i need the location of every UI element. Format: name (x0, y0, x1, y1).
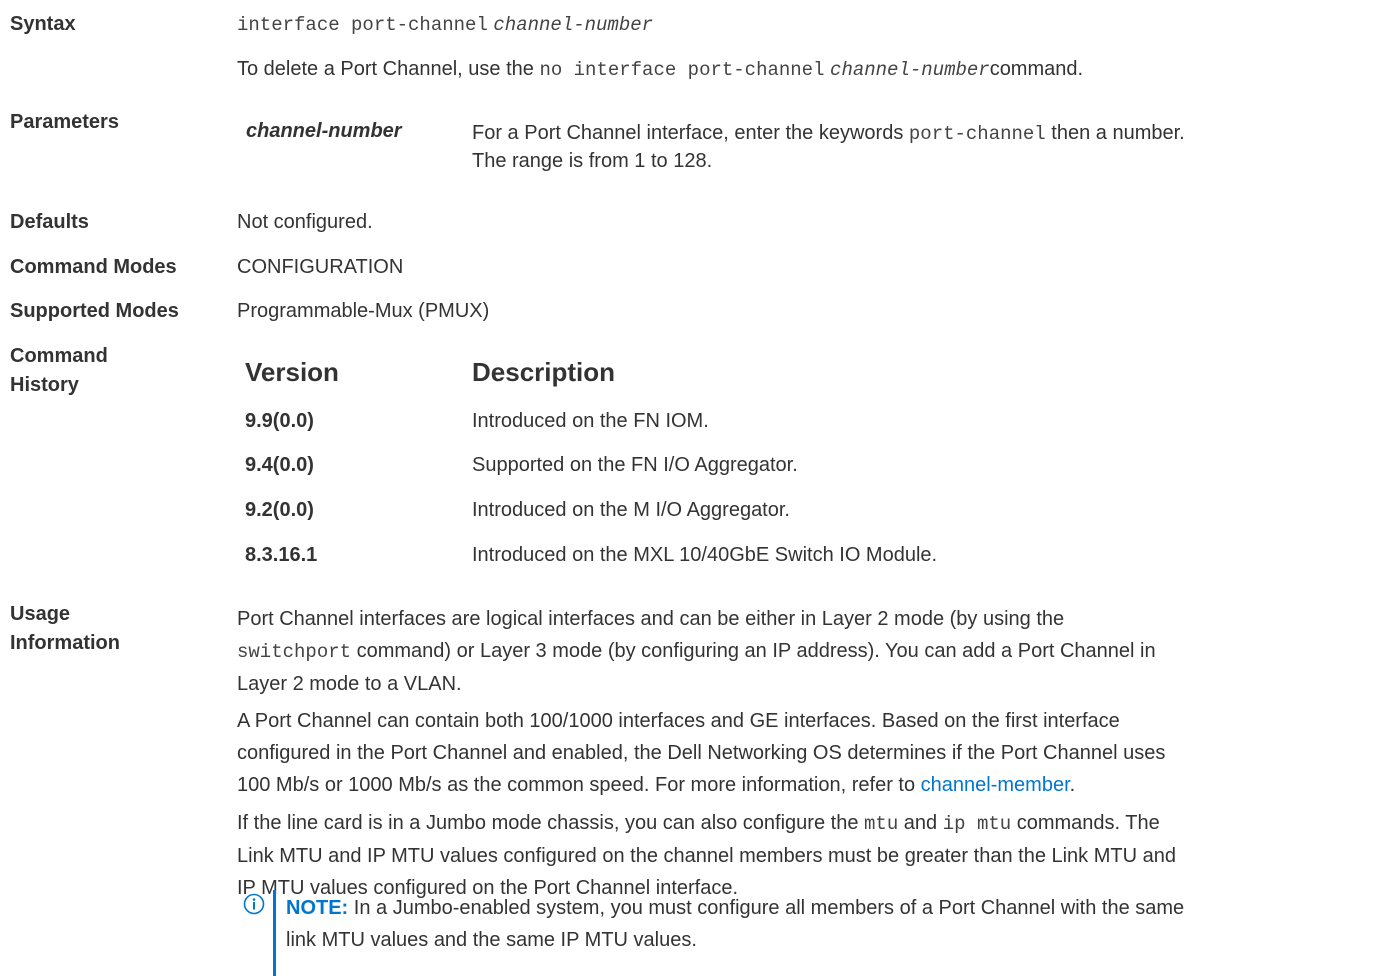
delete-post: command. (989, 58, 1084, 80)
command-history-label-1: Command (10, 345, 108, 367)
note-label: NOTE: (286, 897, 349, 919)
delete-pre: To delete a Port Channel, use the (237, 58, 534, 80)
usage-p3-code-ip-mtu: ip mtu (942, 813, 1012, 835)
history-row-version: 9.2(0.0) (245, 499, 314, 521)
usage-paragraph-3: If the line card is in a Jumbo mode chas… (237, 807, 1377, 904)
usage-paragraph-2: A Port Channel can contain both 100/1000… (237, 705, 1377, 801)
syntax-command-text: interface port-channel (237, 14, 488, 36)
history-row-description: Supported on the FN I/O Aggregator. (472, 454, 798, 476)
channel-member-link[interactable]: channel-member (921, 774, 1070, 796)
usage-p3-text-a: If the line card is in a Jumbo mode chas… (237, 812, 859, 834)
history-row-version: 9.9(0.0) (245, 410, 314, 432)
defaults-value: Not configured. (237, 211, 373, 233)
param-desc-pre: For a Port Channel interface, enter the … (472, 122, 904, 144)
parameters-label: Parameters (10, 111, 119, 133)
syntax-delete-text: To delete a Port Channel, use the no int… (237, 53, 1083, 86)
history-row-description: Introduced on the MXL 10/40GbE Switch IO… (472, 544, 938, 566)
history-col-version: Version (245, 357, 339, 387)
command-modes-value: CONFIGURATION (237, 256, 404, 278)
usage-p1-line1: Port Channel interfaces are logical inte… (237, 608, 1065, 630)
usage-label-1: Usage (10, 603, 71, 625)
parameter-desc-line2: The range is from 1 to 128. (472, 150, 713, 172)
usage-p1-text: command) or Layer 3 mode (by configuring… (356, 640, 1156, 662)
usage-p3-line1: If the line card is in a Jumbo mode chas… (237, 807, 1377, 840)
usage-paragraph-1: Port Channel interfaces are logical inte… (237, 603, 1377, 700)
param-keyword: port-channel (908, 123, 1046, 145)
usage-p3-line2: Link MTU and IP MTU values configured on… (237, 845, 1176, 867)
defaults-label: Defaults (10, 211, 89, 233)
supported-modes-value: Programmable-Mux (PMUX) (237, 300, 490, 322)
note-line1: NOTE: In a Jumbo-enabled system, you mus… (286, 892, 1376, 924)
usage-p3-and: and (903, 812, 938, 834)
usage-p1-code: switchport (237, 641, 352, 663)
usage-p1-line2: switchport command) or Layer 3 mode (by … (237, 635, 1377, 668)
delete-arg: channel-number (830, 59, 990, 81)
history-row-description: Introduced on the FN IOM. (472, 410, 709, 432)
usage-label-2: Information (10, 632, 120, 654)
syntax-command: interface port-channel channel-number (237, 8, 653, 41)
usage-p2-text: 100 Mb/s or 1000 Mb/s as the common spee… (237, 774, 916, 796)
note-accent-bar (273, 890, 276, 976)
note-block: NOTE: In a Jumbo-enabled system, you mus… (286, 892, 1376, 956)
command-modes-label: Command Modes (10, 256, 177, 278)
syntax-label: Syntax (10, 13, 76, 35)
usage-p3-code-mtu: mtu (864, 813, 899, 835)
usage-p2-line1: A Port Channel can contain both 100/1000… (237, 710, 1120, 732)
usage-p2-line3: 100 Mb/s or 1000 Mb/s as the common spee… (237, 769, 1377, 801)
supported-modes-label: Supported Modes (10, 300, 179, 322)
history-col-description: Description (472, 357, 616, 387)
note-line2: link MTU values and the same IP MTU valu… (286, 929, 697, 951)
usage-p2-period: . (1069, 774, 1076, 796)
command-history-label-2: History (10, 374, 79, 396)
syntax-command-arg: channel-number (493, 14, 654, 36)
delete-cmd: no interface port-channel (539, 59, 825, 81)
history-row-version: 9.4(0.0) (245, 454, 314, 476)
note-text-a: In a Jumbo-enabled system, you must conf… (353, 897, 1185, 919)
history-row-version: 8.3.16.1 (245, 544, 318, 566)
usage-p1-line3: Layer 2 mode to a VLAN. (237, 673, 462, 695)
info-circle-icon (243, 893, 265, 915)
parameter-name: channel-number (246, 120, 402, 142)
usage-p3-text-b: commands. The (1016, 812, 1160, 834)
usage-p2-line2: configured in the Port Channel and enabl… (237, 742, 1166, 764)
history-row-description: Introduced on the M I/O Aggregator. (472, 499, 790, 521)
param-desc-post: then a number. (1051, 122, 1185, 144)
